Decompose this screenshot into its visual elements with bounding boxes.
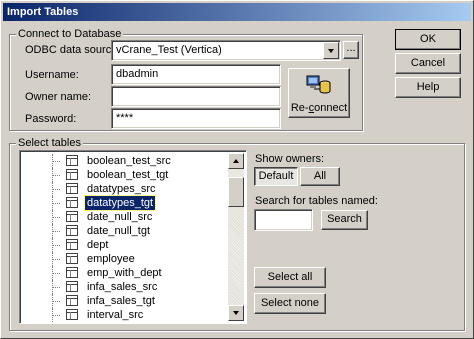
table-list-item[interactable]: dept xyxy=(52,238,225,252)
table-name: date_null_tgt xyxy=(87,225,150,237)
odbc-label: ODBC data source: xyxy=(25,44,121,56)
tree-connector xyxy=(52,217,60,218)
tree-connector xyxy=(52,315,60,316)
tree-connector xyxy=(52,245,60,246)
tree-connector xyxy=(52,301,60,302)
cancel-button[interactable]: Cancel xyxy=(395,53,461,74)
table-icon xyxy=(66,281,78,292)
tree-connector xyxy=(52,273,60,274)
chevron-down-icon[interactable] xyxy=(323,42,339,59)
table-name: infa_sales_src xyxy=(87,281,158,293)
table-list-item[interactable]: interval_src xyxy=(52,308,225,322)
connect-group-title: Connect to Database xyxy=(16,27,124,41)
table-name: infa_sales_tgt xyxy=(87,295,155,307)
table-list-item[interactable]: boolean_test_tgt xyxy=(52,168,225,182)
table-icon xyxy=(66,183,78,194)
table-icon xyxy=(66,295,78,306)
select-tables-group-title: Select tables xyxy=(16,136,83,150)
tree-connector xyxy=(52,231,60,232)
username-field[interactable]: dbadmin xyxy=(111,64,281,85)
table-icon xyxy=(66,155,78,166)
table-list-item[interactable]: employee xyxy=(52,252,225,266)
select-all-button[interactable]: Select all xyxy=(254,267,326,288)
help-button[interactable]: Help xyxy=(395,77,461,98)
table-list-item[interactable]: infa_sales_tgt xyxy=(52,294,225,308)
browse-button[interactable]: ... xyxy=(343,41,359,59)
table-icon xyxy=(66,267,78,278)
table-icon xyxy=(66,211,78,222)
table-icon xyxy=(66,225,78,236)
table-name: emp_with_dept xyxy=(87,267,162,279)
scroll-down-icon[interactable] xyxy=(228,305,244,321)
select-none-button[interactable]: Select none xyxy=(254,293,326,314)
tree-connector xyxy=(52,203,60,204)
table-icon xyxy=(66,169,78,180)
table-name: boolean_test_tgt xyxy=(87,169,169,181)
table-list-item[interactable]: date_null_tgt xyxy=(52,224,225,238)
table-name: employee xyxy=(87,253,135,265)
tree-connector xyxy=(52,175,60,176)
tree-connector xyxy=(52,287,60,288)
password-label: Password: xyxy=(25,113,77,125)
table-list-item[interactable]: datatypes_src xyxy=(52,182,225,196)
search-button[interactable]: Search xyxy=(321,210,368,230)
tree-connector xyxy=(52,259,60,260)
import-tables-dialog: Import Tables Connect to Database ODBC d… xyxy=(0,0,474,339)
ok-button[interactable]: OK xyxy=(395,29,461,50)
list-scrollbar[interactable] xyxy=(228,153,244,321)
owner-name-label: Owner name: xyxy=(25,91,92,103)
window-title: Import Tables xyxy=(3,3,471,21)
table-list-item[interactable]: boolean_test_src xyxy=(52,154,225,168)
owners-default-button[interactable]: Default xyxy=(254,167,298,186)
reconnect-button[interactable]: Re-connect xyxy=(288,68,350,118)
table-list-item[interactable]: emp_with_dept xyxy=(52,266,225,280)
owners-all-button[interactable]: All xyxy=(300,167,340,186)
table-icon xyxy=(66,239,78,250)
table-list-item[interactable]: date_null_src xyxy=(52,210,225,224)
table-icon xyxy=(66,253,78,264)
table-icon xyxy=(66,309,78,320)
odbc-source-dropdown[interactable]: vCrane_Test (Vertica) xyxy=(111,40,341,61)
scroll-thumb[interactable] xyxy=(228,177,244,207)
tree-connector xyxy=(52,161,60,162)
odbc-source-value: vCrane_Test (Vertica) xyxy=(116,44,222,56)
table-name: datatypes_tgt xyxy=(83,195,157,211)
database-connect-icon xyxy=(306,75,331,94)
table-name: boolean_test_src xyxy=(87,155,171,167)
table-name: interval_src xyxy=(87,309,144,321)
table-name: date_null_src xyxy=(87,211,153,223)
table-list-item[interactable]: infa_sales_src xyxy=(52,280,225,294)
scroll-up-icon[interactable] xyxy=(228,153,244,169)
table-name: datatypes_src xyxy=(87,183,156,195)
owner-name-field[interactable] xyxy=(111,86,281,107)
search-label: Search for tables named: xyxy=(255,195,378,207)
username-label: Username: xyxy=(25,69,79,81)
reconnect-label: Re-connect xyxy=(290,102,348,114)
table-list-item[interactable]: datatypes_tgt xyxy=(52,195,225,211)
table-name: dept xyxy=(87,239,109,251)
search-input[interactable] xyxy=(254,209,313,231)
table-icon xyxy=(66,197,78,208)
tree-connector xyxy=(52,189,60,190)
tables-list[interactable]: boolean_test_src boolean_test_tgt datatype… xyxy=(19,150,247,324)
password-field[interactable]: **** xyxy=(111,108,281,129)
show-owners-label: Show owners: xyxy=(255,153,325,165)
